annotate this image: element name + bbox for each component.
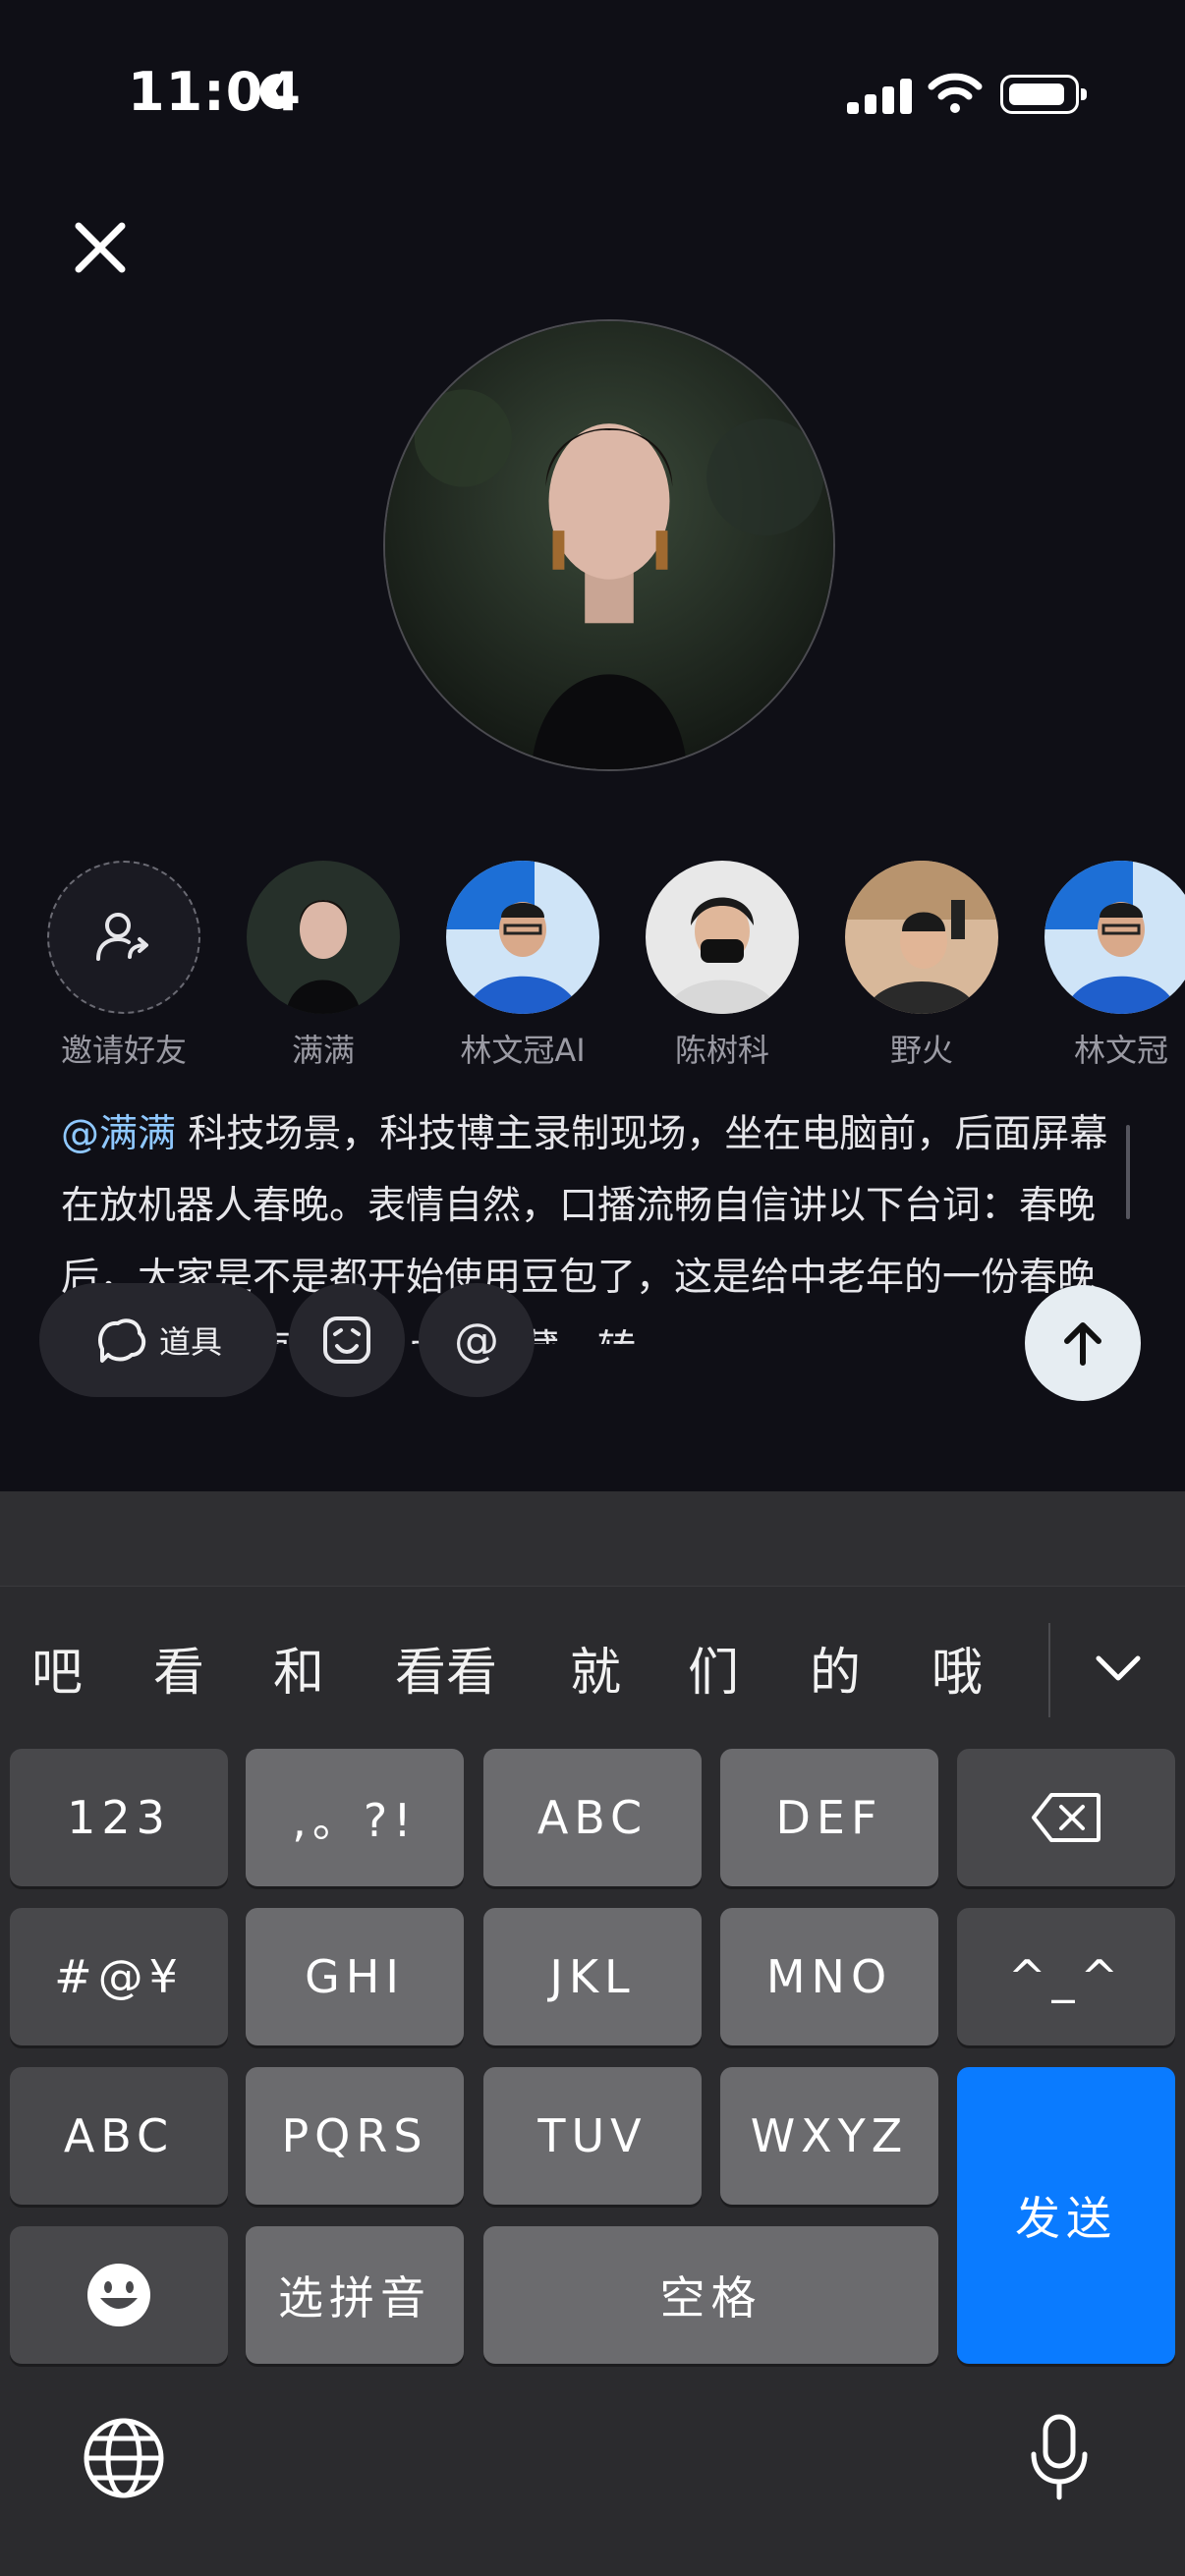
props-icon xyxy=(97,1318,146,1363)
character-name: 满满 xyxy=(291,1032,355,1069)
key-jkl[interactable]: JKL xyxy=(483,1908,702,2045)
character-name: 邀请好友 xyxy=(60,1032,187,1069)
key-abc-switch[interactable]: ABC xyxy=(10,2067,228,2205)
key-mno[interactable]: MNO xyxy=(720,1908,938,2045)
globe-icon[interactable] xyxy=(83,2417,165,2499)
character-avatar[interactable] xyxy=(446,861,599,1014)
main-avatar xyxy=(383,319,835,771)
invite-friends-item[interactable]: 邀请好友 xyxy=(35,861,212,1071)
mention-button[interactable]: @ xyxy=(419,1283,535,1397)
candidate-word[interactable]: 们 xyxy=(688,1631,739,1705)
arrow-up-icon xyxy=(1064,1322,1101,1366)
key-def[interactable]: DEF xyxy=(720,1749,938,1886)
candidate-word[interactable]: 吧 xyxy=(31,1631,83,1705)
candidate-word[interactable]: 哦 xyxy=(931,1631,983,1705)
wifi-icon xyxy=(928,73,983,113)
props-label: 道具 xyxy=(158,1323,222,1361)
character-item-linwenguan-ai[interactable]: 林文冠AI xyxy=(434,861,611,1071)
portrait-image xyxy=(385,321,833,769)
delete-key[interactable] xyxy=(957,1749,1175,1886)
character-item-chenshuke[interactable]: 陈树科 xyxy=(634,861,811,1071)
microphone-icon[interactable] xyxy=(1028,2413,1091,2503)
props-button[interactable]: 道具 xyxy=(39,1283,277,1397)
character-name: 陈树科 xyxy=(674,1032,769,1069)
mention-tag[interactable]: @满满 xyxy=(61,1112,176,1156)
sticker-button[interactable] xyxy=(289,1283,405,1397)
backspace-icon xyxy=(1032,1793,1100,1842)
close-icon[interactable] xyxy=(59,206,141,289)
key-wxyz[interactable]: WXYZ xyxy=(720,2067,938,2205)
key-select-pinyin[interactable]: 选拼音 xyxy=(246,2226,464,2364)
emoji-key[interactable] xyxy=(10,2226,228,2364)
battery-icon xyxy=(1000,75,1087,114)
invite-circle[interactable] xyxy=(47,861,200,1014)
submit-button[interactable] xyxy=(1025,1285,1141,1401)
character-item-linwenguan[interactable]: 林文冠 xyxy=(1033,861,1185,1071)
invite-user-icon xyxy=(96,913,148,961)
character-name: 野火 xyxy=(889,1032,953,1069)
key-ghi[interactable]: GHI xyxy=(246,1908,464,2045)
candidate-divider xyxy=(1048,1623,1050,1717)
candidate-word[interactable]: 就 xyxy=(570,1631,621,1705)
key-abc[interactable]: ABC xyxy=(483,1749,702,1886)
chevron-down-icon[interactable] xyxy=(1091,1641,1146,1696)
keyboard-top-strip xyxy=(0,1491,1185,1587)
key-pqrs[interactable]: PQRS xyxy=(246,2067,464,2205)
moon-icon xyxy=(259,74,293,110)
prompt-scrollbar[interactable] xyxy=(1126,1125,1130,1219)
character-name: 林文冠AI xyxy=(460,1032,586,1069)
character-avatar[interactable] xyxy=(845,861,998,1014)
character-avatar[interactable] xyxy=(247,861,400,1014)
emoji-icon xyxy=(87,2264,150,2326)
candidate-word[interactable]: 的 xyxy=(810,1631,861,1705)
key-kaomoji[interactable]: ^_^ xyxy=(957,1908,1175,2045)
key-punctuation[interactable]: ,。?! xyxy=(246,1749,464,1886)
candidate-word[interactable]: 和 xyxy=(273,1631,324,1705)
key-tuv[interactable]: TUV xyxy=(483,2067,702,2205)
candidate-word[interactable]: 看 xyxy=(153,1631,204,1705)
character-avatar[interactable] xyxy=(646,861,799,1014)
candidate-word[interactable]: 看看 xyxy=(395,1631,497,1705)
key-symbols[interactable]: #@¥ xyxy=(10,1908,228,2045)
character-item-yehuo[interactable]: 野火 xyxy=(833,861,1010,1071)
key-123[interactable]: 123 xyxy=(10,1749,228,1886)
send-key[interactable]: 发送 xyxy=(957,2067,1175,2364)
character-avatar[interactable] xyxy=(1044,861,1185,1014)
character-name: 林文冠 xyxy=(1073,1032,1168,1069)
sticker-icon xyxy=(323,1316,370,1364)
character-item-manman[interactable]: 满满 xyxy=(235,861,412,1071)
signal-icon xyxy=(847,79,912,114)
space-key[interactable]: 空格 xyxy=(483,2226,938,2364)
